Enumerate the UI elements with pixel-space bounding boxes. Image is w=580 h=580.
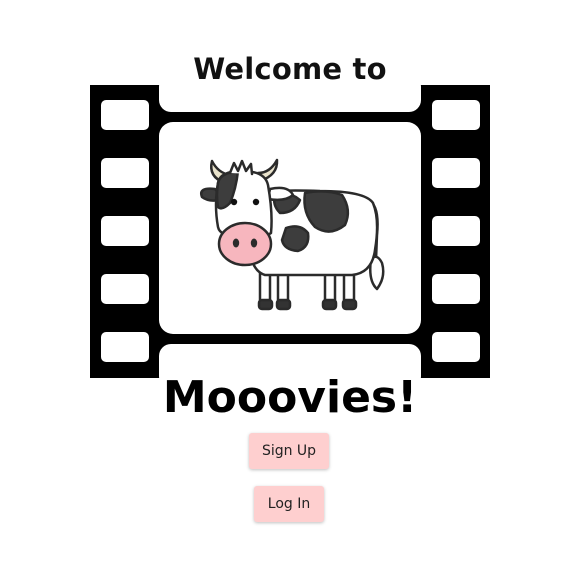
brand-title: Mooovies! bbox=[162, 372, 418, 423]
welcome-heading: Welcome to bbox=[193, 52, 387, 86]
sign-up-button[interactable]: Sign Up bbox=[249, 433, 329, 469]
log-in-button[interactable]: Log In bbox=[254, 486, 324, 522]
film-strip-logo bbox=[90, 85, 490, 378]
welcome-page: Welcome to Mooovies! Sign Up Log In bbox=[0, 0, 580, 580]
